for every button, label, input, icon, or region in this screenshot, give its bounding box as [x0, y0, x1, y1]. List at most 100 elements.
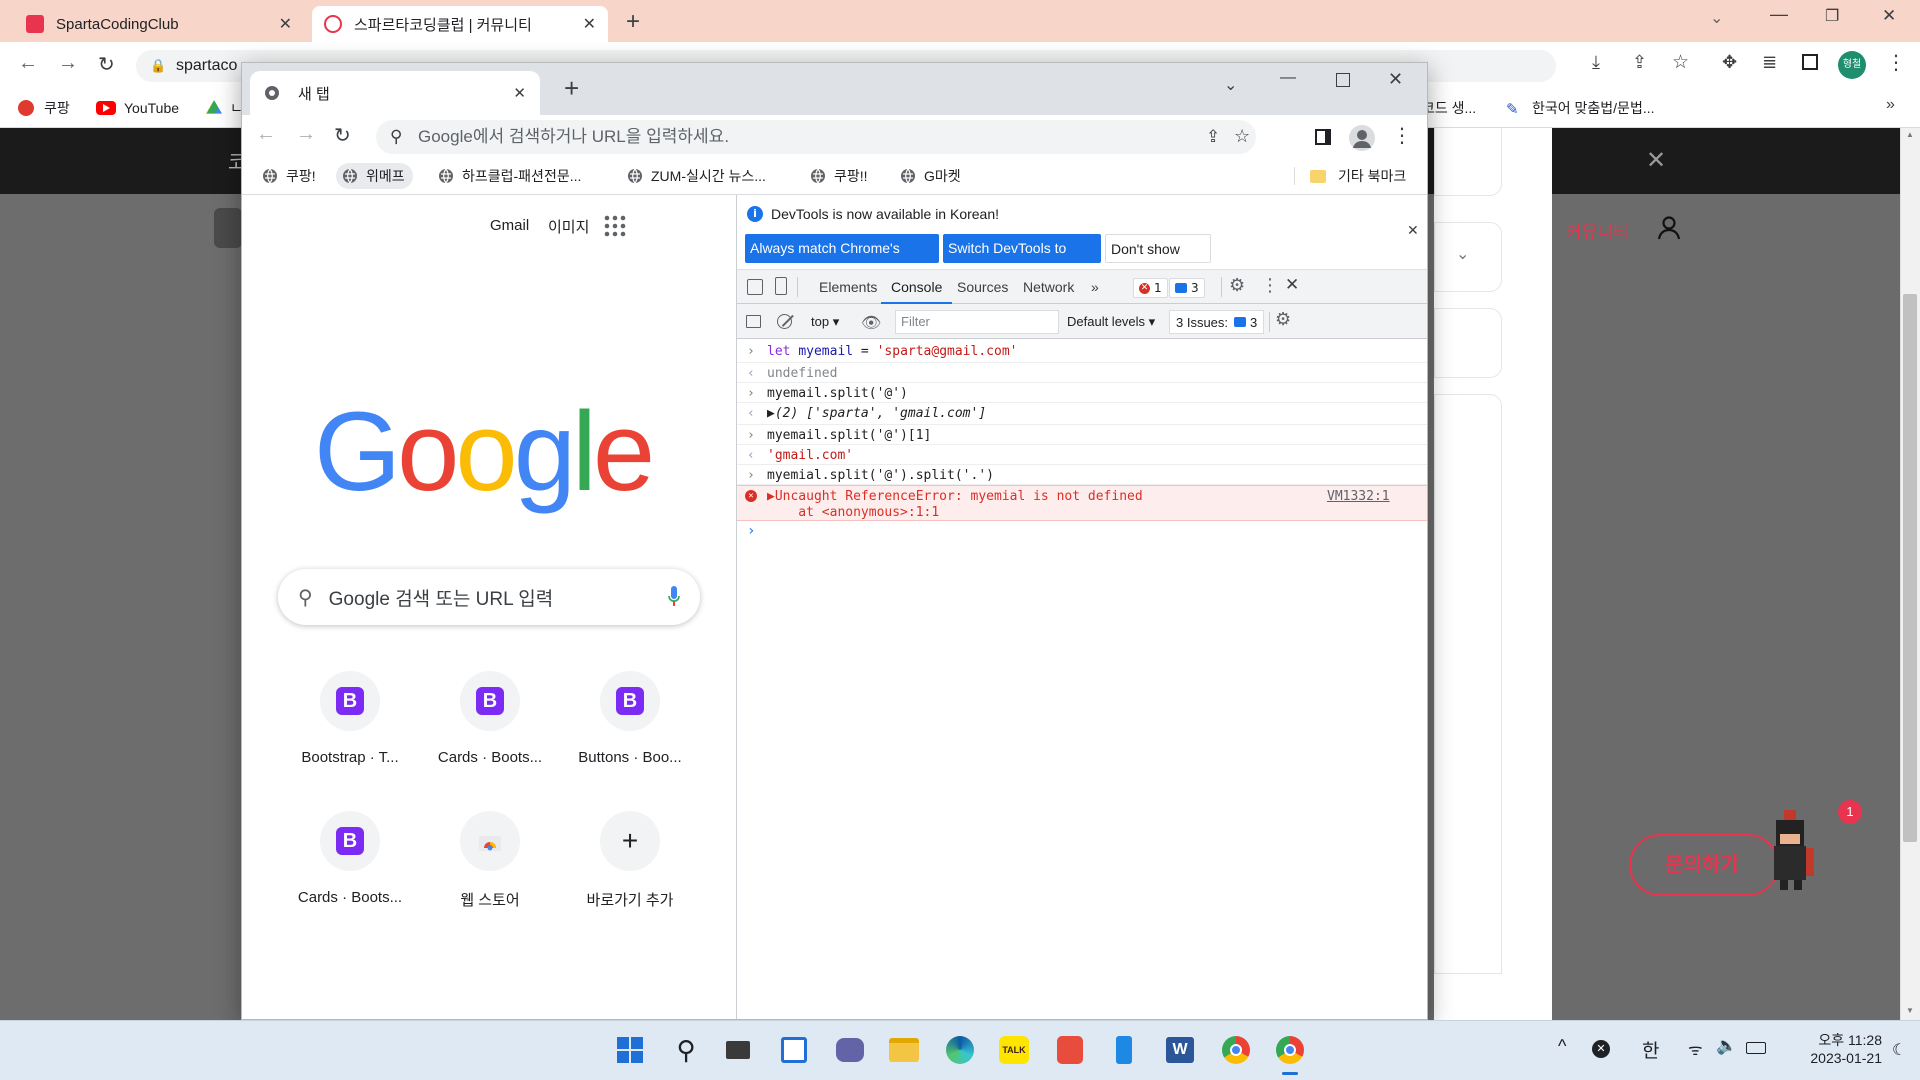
extensions-icon[interactable]: ✥ [1722, 52, 1737, 73]
scroll-down-icon[interactable]: ▼ [1906, 1006, 1914, 1015]
console-filter-input[interactable]: Filter [895, 310, 1059, 334]
kakaotalk-icon[interactable]: TALK [996, 1032, 1032, 1068]
forward-icon[interactable]: → [58, 52, 78, 75]
profile-avatar[interactable]: 형철 [1838, 51, 1866, 79]
close-window-button[interactable]: ✕ [1388, 69, 1403, 90]
sparta-logo[interactable] [214, 208, 242, 248]
reload-icon[interactable]: ↻ [98, 52, 115, 77]
back-icon[interactable]: ← [256, 123, 276, 146]
bookmark-star-icon[interactable]: ☆ [1234, 119, 1250, 153]
bookmark-item[interactable]: 위메프 [336, 163, 413, 189]
chrome-profile-icon[interactable] [1218, 1032, 1254, 1068]
dont-show-again-button[interactable]: Don't show again [1105, 234, 1211, 286]
tray-app-icon[interactable]: ✕ [1592, 1040, 1610, 1058]
task-view-icon[interactable] [720, 1032, 756, 1068]
search-icon[interactable]: ⚲ [668, 1032, 704, 1068]
inspect-element-icon[interactable] [747, 279, 763, 295]
devtools-close-icon[interactable]: ✕ [1285, 275, 1299, 295]
start-icon[interactable] [612, 1032, 648, 1068]
message-counter[interactable]: 3 [1169, 278, 1205, 298]
ime-indicator[interactable]: 한 [1642, 1036, 1659, 1063]
bookmark-item[interactable]: G마켓 [894, 163, 969, 189]
share-icon[interactable]: ⇪ [1632, 52, 1647, 73]
minimize-button[interactable]: — [1280, 69, 1296, 87]
close-icon[interactable]: ✕ [513, 84, 526, 102]
forward-icon[interactable]: → [296, 123, 316, 146]
bookmark-drive[interactable]: ㄴ [206, 96, 243, 120]
media-icon[interactable]: ≣ [1762, 52, 1777, 73]
error-message[interactable]: ▶Uncaught ReferenceError: myemial is not… [767, 489, 1143, 504]
reload-icon[interactable]: ↻ [334, 123, 351, 148]
volume-icon[interactable]: 🔈 [1716, 1036, 1737, 1056]
console-array-output[interactable]: ▶(2) ['sparta', 'gmail.com'] [767, 406, 986, 421]
log-levels-dropdown[interactable]: Default levels ▾ [1067, 314, 1155, 330]
tab-sources[interactable]: Sources [957, 270, 1008, 304]
shortcut-tile[interactable]: B Bootstrap · T... [294, 671, 406, 766]
minimize-button[interactable]: — [1770, 4, 1788, 25]
bookmark-coupang[interactable]: 쿠팡 [18, 96, 70, 120]
notifications-icon[interactable]: ☾ [1892, 1040, 1906, 1060]
battery-icon[interactable] [1746, 1042, 1766, 1054]
chrome-icon[interactable] [1272, 1032, 1308, 1068]
bookmark-item[interactable]: 쿠팡! [256, 163, 324, 189]
console-prompt[interactable]: › [747, 523, 755, 539]
bookmark-youtube[interactable]: YouTube [96, 96, 179, 120]
close-icon[interactable]: ✕ [279, 14, 292, 34]
devtools-menu-icon[interactable]: ⋮ [1261, 275, 1279, 296]
back-icon[interactable]: ← [18, 52, 38, 75]
profile-icon[interactable] [1349, 125, 1375, 151]
clock-date[interactable]: 2023-01-21 [1790, 1050, 1882, 1066]
clock-time[interactable]: 오후 11:28 [1790, 1030, 1882, 1050]
more-bookmarks-icon[interactable]: » [1886, 96, 1895, 114]
shortcut-tile[interactable]: 웹 스토어 [434, 811, 546, 910]
other-bookmarks[interactable]: 기타 북마크 [1304, 163, 1414, 189]
console-settings-gear-icon[interactable]: ⚙ [1275, 309, 1291, 330]
user-icon[interactable] [1658, 216, 1680, 240]
settings-gear-icon[interactable]: ⚙ [1229, 275, 1245, 296]
live-expression-eye-icon[interactable]: 👁 [861, 313, 881, 332]
add-shortcut-tile[interactable]: + 바로가기 추가 [574, 811, 686, 910]
ntp-search-box[interactable]: ⚲ Google 검색 또는 URL 입력 [278, 569, 700, 625]
maximize-button[interactable] [1336, 73, 1350, 87]
shortcut-tile[interactable]: B Buttons · Boo... [574, 671, 686, 766]
error-counter[interactable]: ✕ 1 [1133, 278, 1168, 298]
tab-console[interactable]: Console [881, 270, 953, 304]
bookmark-code[interactable]: 코드 생... [1422, 96, 1476, 120]
microphone-icon[interactable] [668, 586, 680, 608]
clear-console-icon[interactable] [777, 314, 794, 329]
back-tab-community[interactable]: 스파르타코딩클럽 | 커뮤니티 ✕ [312, 6, 608, 42]
new-tab-button[interactable]: + [564, 73, 579, 104]
show-hidden-icons-icon[interactable]: ^ [1558, 1036, 1566, 1057]
pdf-app-icon[interactable] [1052, 1032, 1088, 1068]
chevron-down-icon[interactable]: ⌄ [1456, 244, 1469, 264]
sidebar-toggle-icon[interactable] [746, 315, 761, 328]
issues-button[interactable]: 3 Issues: 3 [1169, 310, 1265, 334]
bookmark-item[interactable]: 쿠팡!! [804, 163, 876, 189]
chat-icon[interactable] [832, 1032, 868, 1068]
bookmark-item[interactable]: 하프클럽-패션전문... [432, 163, 589, 189]
tab-new-tab[interactable]: 새 탭 ✕ [250, 71, 540, 115]
share-icon[interactable]: ⇪ [1206, 120, 1220, 154]
shortcut-tile[interactable]: B Cards · Boots... [434, 671, 546, 766]
page-scrollbar[interactable]: ▲ ▼ [1900, 128, 1920, 1020]
shortcut-tile[interactable]: B Cards · Boots... [294, 811, 406, 906]
edge-icon[interactable] [942, 1032, 978, 1068]
banner-close-icon[interactable]: ✕ [1646, 146, 1666, 175]
tab-search-icon[interactable]: ⌄ [1710, 8, 1723, 28]
console-output-line[interactable]: ‹ ▶(2) ['sparta', 'gmail.com'] [737, 403, 1427, 425]
close-window-button[interactable]: ✕ [1882, 6, 1896, 26]
new-tab-button[interactable]: + [626, 8, 640, 36]
bookmark-item[interactable]: ZUM-실시간 뉴스... [621, 163, 774, 189]
apps-grid-icon[interactable] [604, 215, 626, 237]
infobar-close-icon[interactable]: ✕ [1407, 223, 1419, 239]
side-panel-icon[interactable] [1802, 54, 1818, 70]
tab-elements[interactable]: Elements [819, 270, 877, 304]
back-tab-sparta[interactable]: SpartaCodingClub ✕ [14, 6, 304, 42]
context-selector[interactable]: top ▾ [811, 314, 839, 330]
device-toolbar-icon[interactable] [775, 277, 787, 295]
wifi-icon[interactable]: ᯤ [1688, 1038, 1703, 1060]
menu-icon[interactable]: ⋮ [1392, 123, 1412, 148]
inquiry-button[interactable]: 문의하기 [1629, 834, 1779, 896]
download-icon[interactable]: ⤓ [1592, 52, 1600, 73]
scrollbar-thumb[interactable] [1903, 294, 1917, 842]
